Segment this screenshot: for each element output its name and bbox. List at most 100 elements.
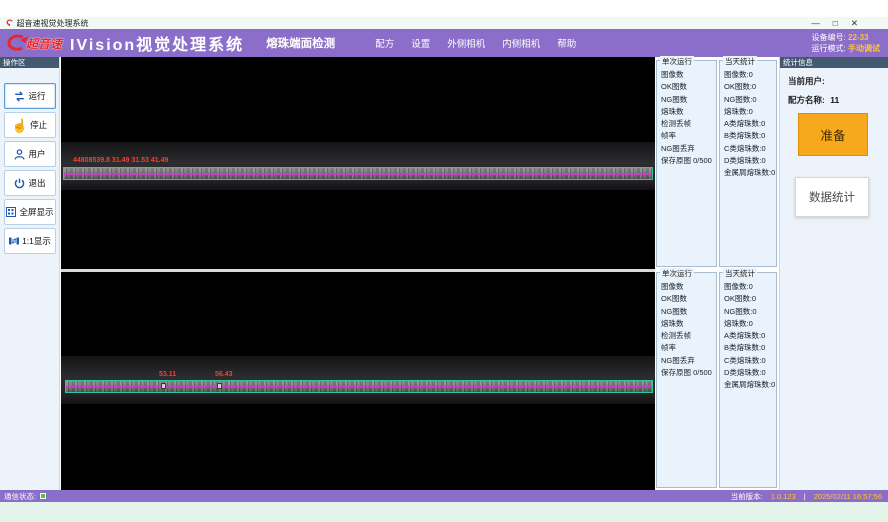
stat-row: C类熔珠数:0 xyxy=(720,355,776,367)
app-logo-icon: Ϛ xyxy=(6,18,13,28)
data-statistics-button[interactable]: 数据统计 xyxy=(795,177,869,217)
menu-item[interactable]: 设置 xyxy=(411,36,430,50)
menu-item[interactable]: 内侧相机 xyxy=(502,36,540,50)
fullscreen-button[interactable]: 全屏显示 xyxy=(4,199,56,225)
minimize-button[interactable]: — xyxy=(811,18,820,29)
one-to-one-button[interactable]: 1:1显示 xyxy=(4,228,56,254)
fullscreen-button-label: 全屏显示 xyxy=(19,206,53,218)
run-mode-value: 手动调试 xyxy=(848,44,880,53)
info-panel-title: 统计信息 xyxy=(780,57,888,68)
stat-row: 图像数:0 xyxy=(720,281,776,293)
stat-row: NG图数:0 xyxy=(720,94,776,106)
sidebar-title: 操作区 xyxy=(0,57,59,68)
stat-row: 熔珠数 xyxy=(657,318,716,330)
stat-row: A类熔珠数:0 xyxy=(720,118,776,130)
stat-row: C类熔珠数:0 xyxy=(720,143,776,155)
single-run-stats-bottom: 单次运行 图像数OK图数NG图数熔珠数检测丢帧帧率NG图丢弃保存原图 0/500 xyxy=(656,272,717,488)
exit-power-icon xyxy=(13,177,26,190)
detection-roi-box xyxy=(63,167,653,180)
detected-bead-mark xyxy=(161,383,166,389)
camera-viewport: 44808539.8 31.49 31.53 41.49 53.11 56.43 xyxy=(61,57,655,490)
status-separator: | xyxy=(804,492,806,501)
recipe-name-label: 配方名称: xyxy=(788,95,825,105)
stat-row: A类熔珠数:0 xyxy=(720,330,776,342)
menu-item[interactable]: 帮助 xyxy=(557,36,576,50)
recipe-name-value: 11 xyxy=(830,95,839,105)
one-to-one-icon xyxy=(8,235,20,247)
exit-button[interactable]: 退出 xyxy=(4,170,56,196)
measurement-annotation: 44808539.8 31.49 31.53 41.49 xyxy=(73,157,168,164)
stat-row: NG图丢弃 xyxy=(657,143,716,155)
camera-view-bottom[interactable]: 53.11 56.43 xyxy=(61,272,655,490)
menu-item[interactable]: 外侧相机 xyxy=(447,36,485,50)
user-button-label: 用户 xyxy=(28,148,45,160)
page-subtitle: 熔珠端面检测 xyxy=(266,35,335,51)
groupbox-title: 当天统计 xyxy=(723,268,757,279)
device-info: 设备编号: 22-33 运行模式: 手动调试 xyxy=(812,32,880,54)
stop-button[interactable]: ☝ 停止 xyxy=(4,112,56,138)
stat-row: D类熔珠数:0 xyxy=(720,367,776,379)
today-stats-bottom: 当天统计 图像数:0OK图数:0NG图数:0熔珠数:0A类熔珠数:0B类熔珠数:… xyxy=(719,272,777,488)
today-stats-top: 当天统计 图像数:0OK图数:0NG图数:0熔珠数:0A类熔珠数:0B类熔珠数:… xyxy=(719,60,777,267)
page-title: IVision视觉处理系统 xyxy=(70,31,244,55)
stat-row: 熔珠数:0 xyxy=(720,318,776,330)
single-run-stats-top: 单次运行 图像数OK图数NG图数熔珠数检测丢帧帧率NG图丢弃保存原图 0/500 xyxy=(656,60,717,267)
desktop-background xyxy=(0,502,888,522)
groupbox-title: 单次运行 xyxy=(660,268,694,279)
stat-row: B类熔珠数:0 xyxy=(720,342,776,354)
detection-line-overlay xyxy=(64,173,652,175)
stat-row: 保存原图 0/500 xyxy=(657,367,716,379)
main-menu: 配方 设置 外侧相机 内侧相机 帮助 xyxy=(375,36,576,50)
stat-row: B类熔珠数:0 xyxy=(720,130,776,142)
operation-sidebar: 操作区 运行 ☝ 停止 用户 xyxy=(0,57,60,490)
stat-row: OK图数 xyxy=(657,81,716,93)
datetime-value: 2025/02/11 16:57:56 xyxy=(814,492,882,501)
run-cycle-icon xyxy=(13,90,26,103)
version-value: 1.0.123 xyxy=(771,492,796,501)
stat-row: 熔珠数:0 xyxy=(720,106,776,118)
comm-status-label: 通信状态: xyxy=(4,491,36,502)
maximize-button[interactable]: □ xyxy=(833,18,838,29)
measurement-annotation: 56.43 xyxy=(215,371,233,378)
detection-line-overlay xyxy=(66,386,652,388)
stat-row: 帧率 xyxy=(657,342,716,354)
stat-row: NG图数 xyxy=(657,306,716,318)
detected-bead-mark xyxy=(217,383,222,389)
stat-row: OK图数:0 xyxy=(720,293,776,305)
run-button[interactable]: 运行 xyxy=(4,83,56,109)
groupbox-title: 当天统计 xyxy=(723,56,757,67)
comm-status-led xyxy=(40,493,46,499)
close-button[interactable]: ✕ xyxy=(851,18,858,29)
one-to-one-button-label: 1:1显示 xyxy=(22,235,51,247)
stop-button-label: 停止 xyxy=(30,119,47,131)
status-bar: 通信状态: 当前版本: 1.0.123 | 2025/02/11 16:57:5… xyxy=(0,490,888,502)
camera-view-top[interactable]: 44808539.8 31.49 31.53 41.49 xyxy=(61,57,655,269)
stat-row: 熔珠数 xyxy=(657,106,716,118)
stat-row: 金属屑熔珠数:0 xyxy=(720,167,776,179)
os-titlebar: Ϛ 超音速视觉处理系统 — □ ✕ xyxy=(0,17,888,29)
camera-image-band xyxy=(61,142,655,190)
run-mode-label: 运行模式: xyxy=(812,44,846,53)
version-label: 当前版本: xyxy=(731,491,763,502)
stat-row: OK图数 xyxy=(657,293,716,305)
prepare-button[interactable]: 准备 xyxy=(798,113,868,156)
fullscreen-icon xyxy=(5,206,17,218)
groupbox-title: 单次运行 xyxy=(660,56,694,67)
brand-name: 超音速 xyxy=(26,35,62,52)
device-number-value: 22-33 xyxy=(848,33,868,42)
stat-row: 帧率 xyxy=(657,130,716,142)
run-button-label: 运行 xyxy=(28,90,45,102)
stat-row: 图像数:0 xyxy=(720,69,776,81)
stat-row: 图像数 xyxy=(657,281,716,293)
app-header: 超音速 IVision视觉处理系统 熔珠端面检测 配方设置外侧相机内侧相机帮助 … xyxy=(0,29,888,57)
user-button[interactable]: 用户 xyxy=(4,141,56,167)
stat-row: NG图数:0 xyxy=(720,306,776,318)
stat-row: OK图数:0 xyxy=(720,81,776,93)
statistics-info-panel: 统计信息 当前用户: 配方名称: 11 准备 数据统计 xyxy=(779,57,888,490)
stat-row: NG图数 xyxy=(657,94,716,106)
stat-row: NG图丢弃 xyxy=(657,355,716,367)
stat-row: D类熔珠数:0 xyxy=(720,155,776,167)
menu-item[interactable]: 配方 xyxy=(375,36,394,50)
user-icon xyxy=(13,148,26,161)
app-window: Ϛ 超音速视觉处理系统 — □ ✕ 超音速 IVision视觉处理系统 熔珠端面… xyxy=(0,0,888,522)
